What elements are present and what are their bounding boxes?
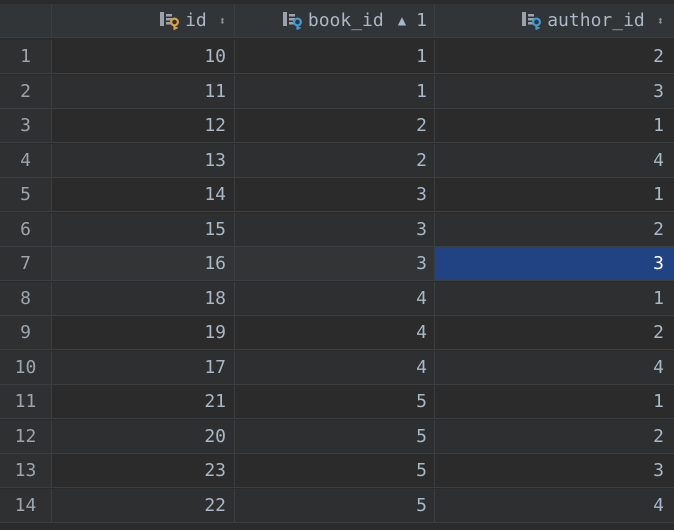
row-number-cell[interactable]: 5 [0, 178, 52, 212]
table-row[interactable]: 2 11 1 3 [0, 74, 674, 109]
result-grid: id ⬍ book_id ▲ 1 author_id ⬍ 1 10 1 2 2 … [0, 4, 674, 526]
primary-key-column-icon [159, 11, 181, 31]
cell-id[interactable]: 19 [52, 316, 235, 350]
row-number-header[interactable] [0, 4, 52, 38]
cell-id[interactable]: 13 [52, 143, 235, 178]
column-header-id[interactable]: id ⬍ [52, 4, 235, 38]
cell-author-id[interactable]: 4 [435, 350, 674, 385]
cell-book-id[interactable]: 4 [235, 281, 435, 316]
table-row[interactable]: 9 19 4 2 [0, 316, 674, 350]
column-header-book-id[interactable]: book_id ▲ 1 [235, 4, 435, 38]
row-number-cell[interactable]: 1 [0, 40, 52, 74]
sort-ascending-icon[interactable]: ▲ [398, 14, 406, 28]
row-number-cell[interactable]: 2 [0, 74, 52, 109]
cell-book-id[interactable]: 2 [235, 109, 435, 143]
cell-book-id[interactable]: 1 [235, 40, 435, 74]
table-row[interactable]: 13 23 5 3 [0, 454, 674, 488]
cell-id[interactable]: 10 [52, 40, 235, 74]
cell-author-id[interactable]: 1 [435, 281, 674, 316]
cell-book-id[interactable]: 3 [235, 247, 435, 281]
cell-id[interactable]: 11 [52, 74, 235, 109]
table-row[interactable]: 12 20 5 2 [0, 419, 674, 454]
cell-author-id[interactable]: 2 [435, 212, 674, 247]
cell-id[interactable]: 12 [52, 109, 235, 143]
row-number-cell[interactable]: 3 [0, 109, 52, 143]
cell-book-id[interactable]: 1 [235, 74, 435, 109]
cell-book-id[interactable]: 4 [235, 350, 435, 385]
table-row[interactable]: 8 18 4 1 [0, 281, 674, 316]
cell-author-id[interactable]: 2 [435, 316, 674, 350]
table-row[interactable]: 14 22 5 4 [0, 488, 674, 523]
cell-book-id[interactable]: 2 [235, 143, 435, 178]
row-number-cell[interactable]: 6 [0, 212, 52, 247]
table-row[interactable]: 7 16 3 3 [0, 247, 674, 281]
row-number-cell[interactable]: 4 [0, 143, 52, 178]
cell-book-id[interactable]: 4 [235, 316, 435, 350]
cell-id[interactable]: 18 [52, 281, 235, 316]
sort-toggle-icon[interactable]: ⬍ [657, 15, 664, 27]
cell-id[interactable]: 22 [52, 488, 235, 523]
row-number-cell[interactable]: 12 [0, 419, 52, 454]
cell-book-id[interactable]: 5 [235, 385, 435, 419]
table-row[interactable]: 4 13 2 4 [0, 143, 674, 178]
cell-id[interactable]: 21 [52, 385, 235, 419]
row-number-cell[interactable]: 11 [0, 385, 52, 419]
column-header-id-label: id [185, 10, 207, 31]
cell-book-id[interactable]: 3 [235, 212, 435, 247]
cell-author-id[interactable]: 2 [435, 40, 674, 74]
table-row[interactable]: 1 10 1 2 [0, 40, 674, 74]
cell-id[interactable]: 14 [52, 178, 235, 212]
row-number-cell[interactable]: 7 [0, 247, 52, 281]
row-number-cell[interactable]: 9 [0, 316, 52, 350]
cell-id[interactable]: 16 [52, 247, 235, 281]
cell-author-id[interactable]: 3 [435, 74, 674, 109]
table-row[interactable]: 11 21 5 1 [0, 385, 674, 419]
row-number-cell[interactable]: 10 [0, 350, 52, 385]
cell-book-id[interactable]: 5 [235, 419, 435, 454]
cell-id[interactable]: 20 [52, 419, 235, 454]
cell-id[interactable]: 23 [52, 454, 235, 488]
foreign-key-column-icon [282, 11, 304, 31]
table-row[interactable]: 3 12 2 1 [0, 109, 674, 143]
row-number-cell[interactable]: 8 [0, 281, 52, 316]
cell-author-id[interactable]: 4 [435, 143, 674, 178]
cell-id[interactable]: 15 [52, 212, 235, 247]
cell-author-id[interactable]: 1 [435, 178, 674, 212]
table-row[interactable]: 5 14 3 1 [0, 178, 674, 212]
cell-book-id[interactable]: 5 [235, 454, 435, 488]
row-number-cell[interactable]: 14 [0, 488, 52, 523]
table-row[interactable]: 6 15 3 2 [0, 212, 674, 247]
column-header-author-id[interactable]: author_id ⬍ [435, 4, 674, 38]
sort-toggle-icon[interactable]: ⬍ [219, 15, 226, 27]
cell-author-id[interactable]: 3 [435, 454, 674, 488]
header-row: id ⬍ book_id ▲ 1 author_id ⬍ [0, 4, 674, 38]
cell-author-id[interactable]: 1 [435, 109, 674, 143]
cell-author-id[interactable]: 2 [435, 419, 674, 454]
cell-author-id[interactable]: 4 [435, 488, 674, 523]
cell-book-id[interactable]: 3 [235, 178, 435, 212]
column-header-book-id-label: book_id [307, 10, 384, 31]
row-number-cell[interactable]: 13 [0, 454, 52, 488]
foreign-key-column-icon [521, 11, 543, 31]
sort-order-number: 1 [416, 10, 427, 31]
table-row[interactable]: 10 17 4 4 [0, 350, 674, 385]
cell-id[interactable]: 17 [52, 350, 235, 385]
cell-book-id[interactable]: 5 [235, 488, 435, 523]
cell-author-id[interactable]: 3 [435, 247, 674, 281]
cell-author-id[interactable]: 1 [435, 385, 674, 419]
column-header-author-id-label: author_id [547, 10, 645, 31]
